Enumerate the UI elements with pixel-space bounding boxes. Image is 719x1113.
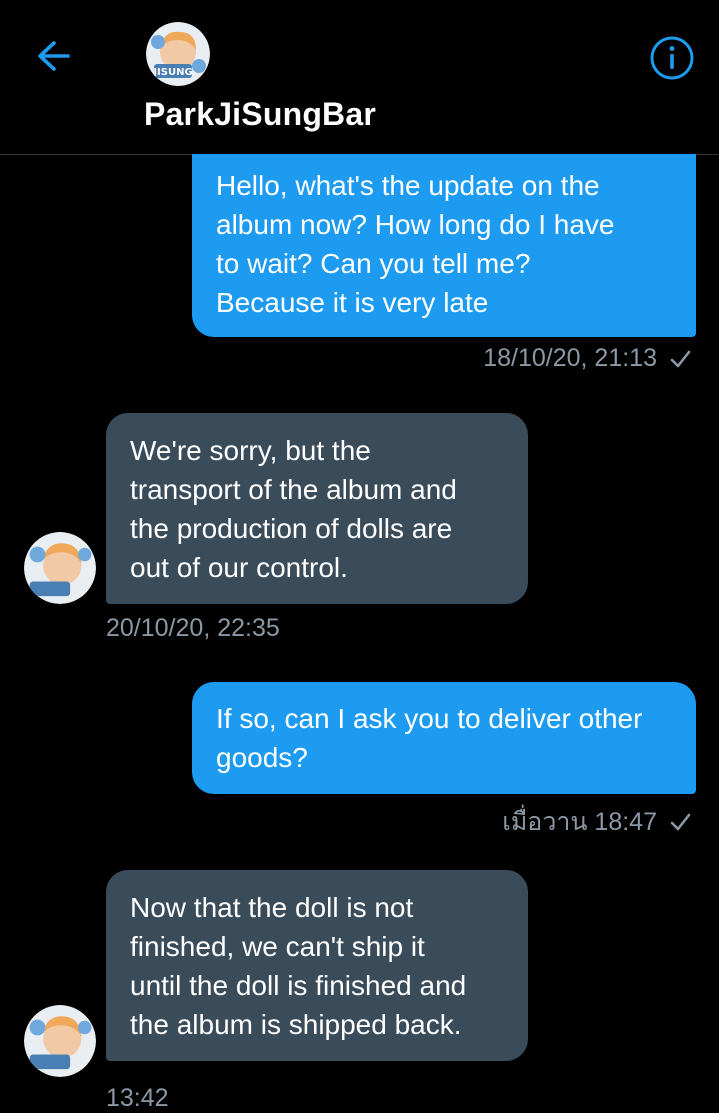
message-bubble-received[interactable]: We're sorry, but the transport of the al… <box>106 413 528 604</box>
avatar[interactable]: JISUNG <box>146 22 210 86</box>
timestamp-text: เมื่อวาน 18:47 <box>502 808 657 836</box>
avatar[interactable] <box>24 532 96 604</box>
message-timestamp: 20/10/20, 22:35 <box>106 614 280 643</box>
message-line: out of our control. <box>130 552 348 583</box>
message-line: album now? How long do I have <box>216 209 615 240</box>
message-line: Because it is very late <box>216 287 489 318</box>
message-line: the album is shipped back. <box>130 1009 462 1040</box>
message-line: the production of dolls are <box>130 513 453 544</box>
message-line: transport of the album and <box>130 474 457 505</box>
message-timestamp: เมื่อวาน 18:47 <box>502 802 691 842</box>
conversation-header: JISUNG ParkJiSungBar <box>0 0 719 155</box>
conversation-title[interactable]: ParkJiSungBar <box>144 96 376 133</box>
arrow-left-icon <box>38 41 70 71</box>
message-line: Now that the doll is not <box>130 892 414 923</box>
checkmark-icon <box>670 813 691 831</box>
message-bubble-sent[interactable]: If so, can I ask you to deliver other go… <box>192 682 696 794</box>
message-bubble-sent[interactable]: Hello, what's the update on the album no… <box>192 154 696 337</box>
info-icon <box>650 36 694 80</box>
message-line: goods? <box>216 742 308 773</box>
avatar-text: JISUNG <box>152 67 192 78</box>
checkmark-icon <box>670 350 691 367</box>
message-timestamp: 13:42 <box>106 1084 169 1113</box>
message-line: to wait? Can you tell me? <box>216 248 531 279</box>
message-line: Hello, what's the update on the <box>216 170 600 201</box>
timestamp-text: 13:42 <box>106 1084 169 1112</box>
timestamp-text: 20/10/20, 22:35 <box>106 614 280 642</box>
avatar[interactable] <box>24 1005 96 1077</box>
message-line: If so, can I ask you to deliver other <box>216 703 643 734</box>
message-timestamp: 18/10/20, 21:13 <box>483 344 691 373</box>
message-bubble-received[interactable]: Now that the doll is not finished, we ca… <box>106 870 528 1061</box>
back-button[interactable] <box>32 34 80 78</box>
timestamp-text: 18/10/20, 21:13 <box>483 344 657 372</box>
message-line: We're sorry, but the <box>130 435 371 466</box>
message-line: finished, we can't ship it <box>130 931 425 962</box>
info-button[interactable] <box>648 34 696 82</box>
message-line: until the doll is finished and <box>130 970 467 1001</box>
